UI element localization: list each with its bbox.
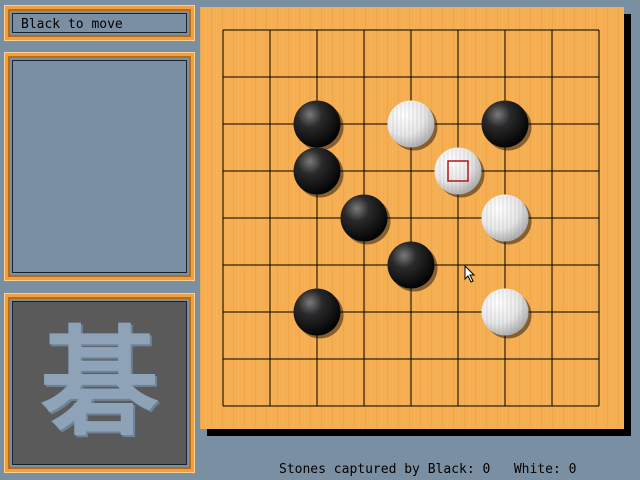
white-stone: [387, 100, 438, 151]
black-stone: [387, 241, 438, 292]
status-panel: Black to move: [5, 6, 194, 40]
logo-background: 碁: [12, 301, 187, 465]
black-stone: [293, 100, 344, 151]
go-kanji-logo: 碁: [40, 313, 159, 452]
black-stone: [293, 147, 344, 198]
black-stone: [340, 194, 391, 245]
captured-by-black-label: Stones captured by Black:: [279, 462, 475, 477]
black-stone: [481, 100, 532, 151]
logo-panel: 碁: [5, 294, 194, 472]
captured-by-white-label: White:: [513, 462, 561, 477]
white-stone: [481, 288, 532, 339]
captured-stones-readout: Stones captured by Black: 0 White: 0: [279, 462, 576, 477]
mouse-pointer-icon: [464, 265, 476, 283]
message-area: [12, 60, 187, 273]
white-stone: [434, 147, 485, 198]
captured-by-white-count: 0: [568, 462, 577, 477]
status-text: Black to move: [12, 13, 187, 33]
message-panel: [5, 53, 194, 280]
captured-by-black-count: 0: [482, 462, 491, 477]
go-board[interactable]: [200, 7, 624, 429]
board-grid[interactable]: [200, 7, 624, 429]
white-stone: [481, 194, 532, 245]
black-stone: [293, 288, 344, 339]
